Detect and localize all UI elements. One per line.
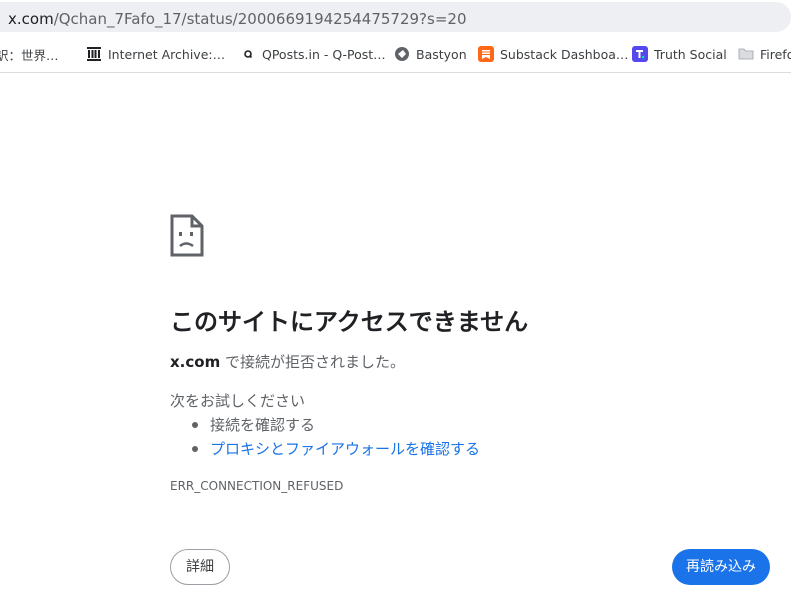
- suggestion-check-proxy-firewall[interactable]: プロキシとファイアウォールを確認する: [192, 438, 480, 459]
- suggestion-check-connection: 接続を確認する: [192, 414, 315, 435]
- details-button[interactable]: 詳細: [170, 549, 230, 585]
- bookmark-qposts[interactable]: QPosts.in - Q-Post…: [240, 36, 386, 72]
- sad-document-icon: [170, 214, 204, 257]
- error-host: x.com: [170, 353, 221, 371]
- bookmark-label: Bastyon: [416, 46, 467, 62]
- bookmark-label: Substack Dashboa…: [500, 46, 629, 62]
- reload-button[interactable]: 再読み込み: [672, 549, 770, 585]
- error-page: このサイトにアクセスできません x.com で接続が拒否されました。 次をお試し…: [0, 73, 791, 602]
- url-text[interactable]: x.com/Qchan_7Fafo_17/status/200066919425…: [8, 10, 467, 28]
- error-code: ERR_CONNECTION_REFUSED: [170, 479, 344, 493]
- truth-social-icon: [632, 46, 648, 62]
- bookmark-translate[interactable]: 訳：世界…: [0, 36, 59, 72]
- qposts-icon: [240, 46, 256, 62]
- internet-archive-icon: [86, 46, 102, 62]
- bullet-icon: [192, 445, 198, 452]
- bookmark-label: Internet Archive:…: [108, 46, 226, 62]
- bookmark-substack[interactable]: Substack Dashboa…: [478, 36, 628, 72]
- omnibox[interactable]: x.com/Qchan_7Fafo_17/status/200066919425…: [0, 2, 791, 32]
- bookmark-label: 訳：世界…: [0, 47, 59, 63]
- suggestion-link[interactable]: プロキシとファイアウォールを確認する: [210, 438, 480, 459]
- bookmark-bastyon[interactable]: Bastyon: [394, 36, 467, 72]
- try-label: 次をお試しください: [170, 392, 306, 410]
- bookmark-internet-archive[interactable]: Internet Archive:…: [86, 36, 225, 72]
- bookmark-truth-social[interactable]: Truth Social: [632, 36, 727, 72]
- error-message-text: で接続が拒否されました。: [220, 353, 405, 371]
- bastyon-icon: [394, 46, 410, 62]
- bullet-icon: [192, 421, 198, 428]
- error-message: x.com で接続が拒否されました。: [170, 351, 405, 372]
- address-bar[interactable]: x.com/Qchan_7Fafo_17/status/200066919425…: [0, 0, 791, 36]
- url-host: x.com: [8, 10, 54, 28]
- bookmark-firefox-folder[interactable]: Firefo: [738, 36, 791, 72]
- suggestion-text: 接続を確認する: [210, 416, 316, 434]
- bookmark-label: Truth Social: [654, 46, 727, 62]
- bookmark-label: QPosts.in - Q-Post…: [262, 46, 386, 62]
- url-path: /Qchan_7Fafo_17/status/20006691942544757…: [53, 10, 467, 28]
- folder-icon: [738, 46, 754, 62]
- bookmarks-bar: 訳：世界… Internet Archive:… QPosts.in - Q-P…: [0, 36, 791, 73]
- error-title: このサイトにアクセスできません: [170, 308, 529, 336]
- bookmark-label: Firefo: [760, 46, 791, 62]
- substack-icon: [478, 46, 494, 62]
